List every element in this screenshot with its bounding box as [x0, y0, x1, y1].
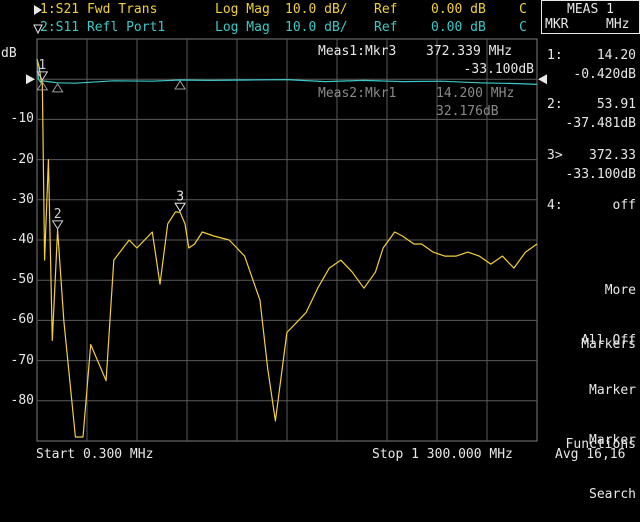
marker-list-freq: 372.33 [589, 148, 636, 163]
trace1-ref-value[interactable]: 0.00 dB [431, 2, 486, 18]
start-frequency[interactable]: Start 0.300 MHz [36, 447, 153, 463]
unit-label: dB [1, 46, 17, 61]
marker-3-secondary-icon [174, 80, 187, 90]
trace1-flag: C [519, 2, 527, 17]
softkey-col-mkr: MKR [545, 17, 569, 32]
softkey-title-box: MEAS 1 MKR MHz [541, 0, 640, 34]
marker-search-line2: Search [589, 487, 636, 502]
meas2-freq: 14.200 MHz [436, 86, 515, 101]
softkey-title: MEAS 1 [567, 2, 614, 17]
marker-3-label: 3 [176, 189, 184, 204]
trace1-scale[interactable]: 10.0 dB/ [285, 2, 348, 18]
y-tick-label: -30 [10, 191, 34, 207]
trace2-flag: C [519, 20, 527, 35]
trace2-scale[interactable]: 10.0 dB/ [285, 20, 348, 36]
meas1-label: Meas1:Mkr3 [318, 44, 397, 59]
meas2-label: Meas2:Mkr1 [318, 86, 397, 101]
marker-3-icon [174, 202, 187, 213]
stop-frequency[interactable]: Stop 1 300.000 MHz [372, 447, 513, 463]
reference-level-icon [26, 74, 35, 85]
marker-2-icon [51, 220, 64, 230]
trace2-ref-value[interactable]: 0.00 dB [431, 20, 486, 36]
averaging-status: Avg 16,16 [555, 447, 626, 462]
meas1-freq: 372.339 MHz [426, 44, 513, 59]
markers: 1 2 3 [36, 58, 187, 230]
meas1-value: -33.100dB [463, 62, 534, 77]
trace2-format[interactable]: Log Mag [215, 20, 270, 36]
marker-list-freq: 14.20 [596, 48, 636, 63]
y-tick-label: -80 [10, 392, 34, 408]
marker-list-value: -37.481dB [565, 116, 636, 131]
trace2-ref-label: Ref [374, 20, 398, 35]
marker-list-freq: 53.91 [596, 97, 636, 112]
meas2-value: 32.176dB [436, 104, 499, 119]
y-tick-label: -40 [10, 232, 34, 247]
marker-list-freq: off [612, 198, 636, 213]
y-tick-label: -20 [10, 151, 34, 167]
marker-1-label: 1 [38, 58, 46, 73]
trace-indicator-icon [33, 5, 43, 35]
softkey-col-mhz: MHz [606, 17, 630, 32]
marker-2-label: 2 [54, 207, 62, 222]
y-tick-label: -60 [10, 312, 34, 328]
y-tick-label: -50 [10, 272, 34, 288]
marker-2-secondary-icon [51, 82, 64, 93]
trace1-ref-label: Ref [374, 2, 398, 17]
trace1-label[interactable]: 1:S21 Fwd Trans [40, 2, 157, 18]
y-tick-label: -70 [10, 352, 34, 368]
y-tick-label: -10 [10, 111, 34, 127]
marker-list-value: -0.420dB [573, 67, 636, 82]
marker-list-value: -33.100dB [565, 167, 636, 182]
trace2-label[interactable]: 2:S11 Refl Port1 [40, 20, 165, 36]
trace1-format[interactable]: Log Mag [215, 2, 270, 18]
